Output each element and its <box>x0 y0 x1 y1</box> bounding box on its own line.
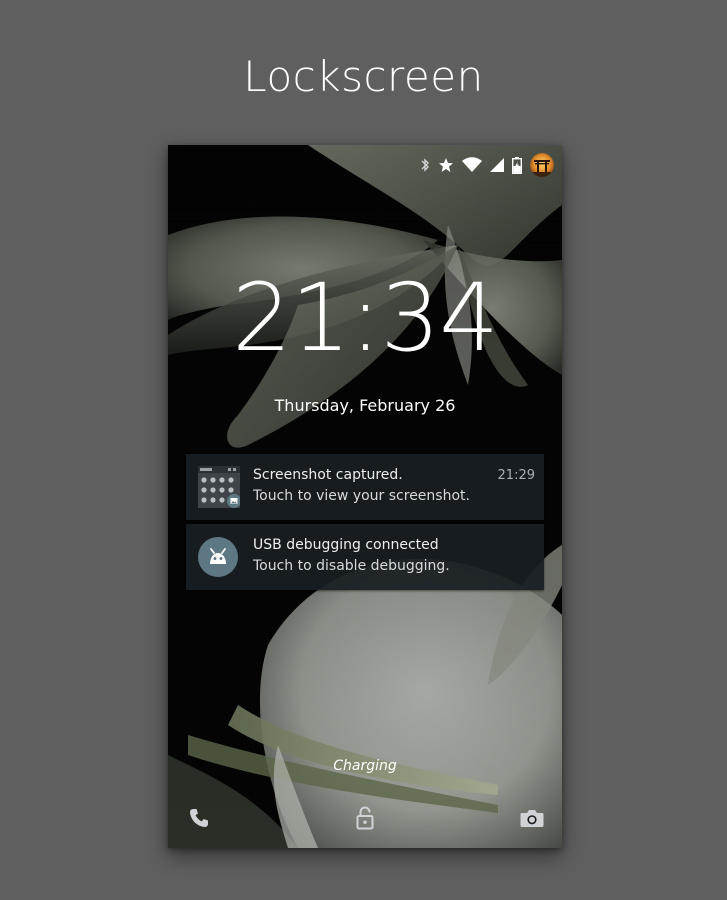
notification-time: 21:29 <box>497 468 535 483</box>
page-title: Lockscreen <box>243 52 484 101</box>
wifi-icon <box>462 157 482 173</box>
camera-icon[interactable] <box>519 805 545 831</box>
notification-screenshot[interactable]: Screenshot captured. Touch to view your … <box>186 454 544 520</box>
status-bar <box>420 153 554 177</box>
screenshot-thumbnail-icon <box>198 466 241 508</box>
android-debug-icon <box>198 537 238 577</box>
avatar[interactable] <box>530 153 554 177</box>
bluetooth-icon <box>420 157 430 173</box>
phone-lockscreen: 21:34 Thursday, February 26 Screenshot c… <box>168 145 562 848</box>
charging-status: Charging <box>333 758 397 774</box>
signal-icon <box>490 158 504 172</box>
unlock-icon[interactable] <box>352 805 378 831</box>
notification-text: Touch to disable debugging. <box>253 558 450 574</box>
notification-title: USB debugging connected <box>253 537 439 553</box>
notification-text: Touch to view your screenshot. <box>253 488 470 504</box>
notification-usb-debugging[interactable]: USB debugging connected Touch to disable… <box>186 524 544 590</box>
star-icon <box>438 157 454 173</box>
lockscreen-clock: 21:34 <box>232 264 499 373</box>
battery-charging-icon <box>512 156 522 174</box>
phone-icon[interactable] <box>186 805 212 831</box>
lockscreen-date: Thursday, February 26 <box>274 396 456 415</box>
notification-title: Screenshot captured. <box>253 467 403 483</box>
